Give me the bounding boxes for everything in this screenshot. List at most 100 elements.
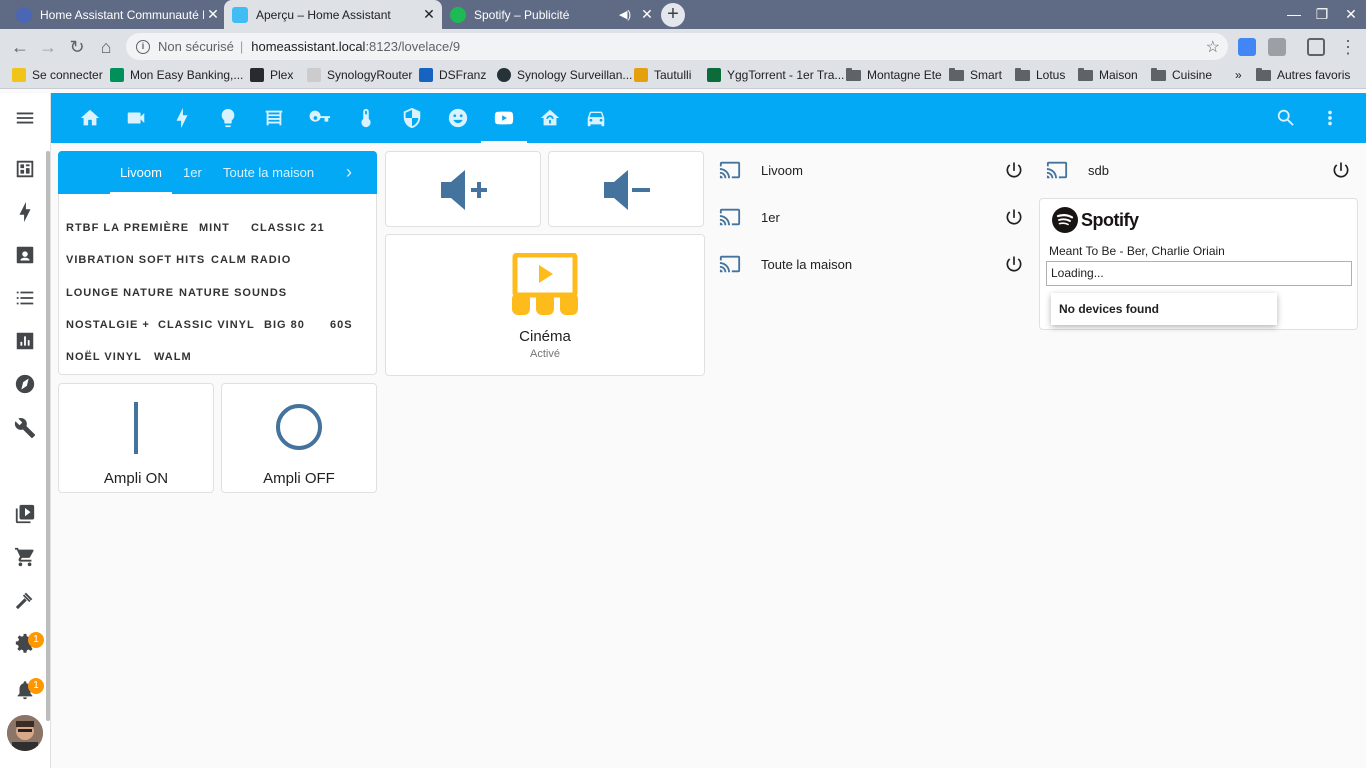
tab-camera-icon[interactable] <box>113 93 159 143</box>
station-button[interactable]: CLASSIC 21 <box>251 222 325 234</box>
tab-lightbulb-icon[interactable] <box>205 93 251 143</box>
power-button-icon[interactable] <box>1004 207 1024 227</box>
close-tab-icon[interactable]: ✕ <box>638 6 656 23</box>
ampli-off-button[interactable]: Ampli OFF <box>221 383 377 493</box>
minimize-button[interactable]: — <box>1279 0 1309 29</box>
tab-car-icon[interactable] <box>573 93 619 143</box>
station-button[interactable]: MINT <box>199 222 230 234</box>
home-icon[interactable]: ⌂ <box>94 35 118 59</box>
bookmark-item[interactable]: Mon Easy Banking,... <box>110 68 243 82</box>
other-bookmarks-folder[interactable]: Autres favoris <box>1256 67 1350 82</box>
browser-tab-ha-community[interactable]: Home Assistant Communauté Fr ✕ <box>8 0 226 29</box>
bookmark-item[interactable]: DSFranz <box>419 68 486 82</box>
tab-shutter-icon[interactable] <box>251 93 297 143</box>
reload-icon[interactable]: ↻ <box>65 35 89 59</box>
bookmark-item[interactable]: Se connecter <box>12 68 103 82</box>
tab-home-alarm-icon[interactable] <box>527 93 573 143</box>
info-icon[interactable]: i <box>136 39 150 54</box>
history-chart-icon[interactable] <box>14 330 36 352</box>
back-arrow-icon[interactable]: ← <box>8 35 32 59</box>
media-player-row[interactable]: Toute la maison <box>719 249 852 279</box>
logbook-list-icon[interactable] <box>14 287 36 309</box>
tab-home-icon[interactable] <box>67 93 113 143</box>
bookmark-star-icon[interactable]: ☆ <box>1206 37 1220 57</box>
bookmark-favicon-icon <box>307 68 321 82</box>
map-compass-icon[interactable] <box>14 373 36 395</box>
folder-icon <box>1256 67 1271 81</box>
tab-1er[interactable]: 1er <box>183 151 202 194</box>
developer-tools-hammer-icon[interactable] <box>14 589 36 611</box>
menu-icon[interactable] <box>14 107 36 129</box>
station-button[interactable]: VIBRATION SOFT HITS <box>66 254 205 266</box>
power-button-icon[interactable] <box>1004 160 1024 180</box>
station-button[interactable]: BIG 80 <box>264 319 305 331</box>
extension-icon[interactable] <box>1268 38 1286 56</box>
wrench-icon[interactable] <box>14 417 36 439</box>
shopping-cart-icon[interactable] <box>14 546 36 568</box>
overview-dashboard-icon[interactable] <box>14 158 36 180</box>
maximize-button[interactable]: ❐ <box>1307 0 1337 29</box>
bookmark-folder[interactable]: Montagne Ete <box>846 67 942 82</box>
bookmark-item[interactable]: SynologyRouter <box>307 68 412 82</box>
station-button[interactable]: NATURE SOUNDS <box>179 287 287 299</box>
search-icon[interactable] <box>1263 93 1309 143</box>
media-player-row[interactable]: Livoom <box>719 155 803 185</box>
media-browser-icon[interactable] <box>14 503 36 525</box>
forward-arrow-icon[interactable]: → <box>36 35 60 59</box>
browser-tab-spotify[interactable]: Spotify – Publicité ◀) ✕ <box>442 0 660 29</box>
volume-up-button[interactable] <box>385 151 541 227</box>
station-button[interactable]: 60S <box>330 319 353 331</box>
station-button[interactable]: WALM <box>154 351 192 363</box>
energy-icon[interactable] <box>14 201 36 223</box>
person-card-icon[interactable] <box>14 244 36 266</box>
bookmark-folder[interactable]: Smart <box>949 67 1002 82</box>
spotify-device-select[interactable]: Loading... <box>1046 261 1352 286</box>
station-button[interactable]: NOSTALGIE + <box>66 319 150 331</box>
tab-key-icon[interactable] <box>297 93 343 143</box>
cinema-scene-button[interactable]: Cinéma Activé <box>385 234 705 376</box>
new-tab-button[interactable]: + <box>661 3 685 27</box>
browser-tab-apercu[interactable]: Aperçu – Home Assistant ✕ <box>224 0 442 29</box>
sidebar-scrollbar[interactable] <box>46 151 50 721</box>
volume-down-button[interactable] <box>548 151 704 227</box>
tab-energy-icon[interactable] <box>159 93 205 143</box>
bookmark-folder[interactable]: Cuisine <box>1151 67 1212 82</box>
bookmarks-overflow-button[interactable]: » <box>1235 68 1242 82</box>
volume-plus-icon <box>441 170 487 210</box>
tab-livoom[interactable]: Livoom <box>110 151 172 194</box>
close-tab-icon[interactable]: ✕ <box>204 6 222 23</box>
overflow-menu-icon[interactable] <box>1307 93 1353 143</box>
media-player-row[interactable]: sdb <box>1046 155 1109 185</box>
audio-playing-icon[interactable]: ◀) <box>616 8 634 21</box>
bookmark-item[interactable]: Plex <box>250 68 293 82</box>
tab-toute-la-maison[interactable]: Toute la maison <box>223 151 314 194</box>
tab-security-shield-icon[interactable] <box>389 93 435 143</box>
power-button-icon[interactable] <box>1004 254 1024 274</box>
tab-thermometer-icon[interactable] <box>343 93 389 143</box>
station-button[interactable]: RTBF LA PREMIÈRE <box>66 222 189 234</box>
chevron-right-icon[interactable]: › <box>346 151 352 194</box>
avatar[interactable] <box>7 715 43 751</box>
ampli-on-button[interactable]: Ampli ON <box>58 383 214 493</box>
close-window-button[interactable]: ✕ <box>1336 0 1366 29</box>
bookmark-item[interactable]: Tautulli <box>634 68 691 82</box>
tab-emoji-icon[interactable] <box>435 93 481 143</box>
bookmark-item[interactable]: Synology Surveillan... <box>497 68 632 82</box>
power-button-icon[interactable] <box>1331 160 1351 180</box>
station-button[interactable]: CALM RADIO <box>211 254 291 266</box>
address-bar[interactable]: i Non sécurisé | homeassistant.local :81… <box>126 33 1228 60</box>
station-button[interactable]: NOËL VINYL <box>66 351 142 363</box>
bookmark-item[interactable]: YggTorrent - 1er Tra... <box>707 68 844 82</box>
bookmark-folder[interactable]: Maison <box>1078 67 1138 82</box>
browser-menu-icon[interactable]: ⋮ <box>1336 35 1360 59</box>
bookmark-folder[interactable]: Lotus <box>1015 67 1065 82</box>
station-button[interactable]: CLASSIC VINYL <box>158 319 255 331</box>
tab-youtube-media-icon[interactable] <box>481 93 527 143</box>
cast-icon[interactable] <box>1307 38 1325 56</box>
google-translate-icon[interactable] <box>1238 38 1256 56</box>
station-button[interactable]: LOUNGE NATURE <box>66 287 174 299</box>
cast-icon <box>719 161 741 179</box>
bookmark-favicon-icon <box>110 68 124 82</box>
close-tab-icon[interactable]: ✕ <box>420 6 438 23</box>
media-player-row[interactable]: 1er <box>719 202 780 232</box>
